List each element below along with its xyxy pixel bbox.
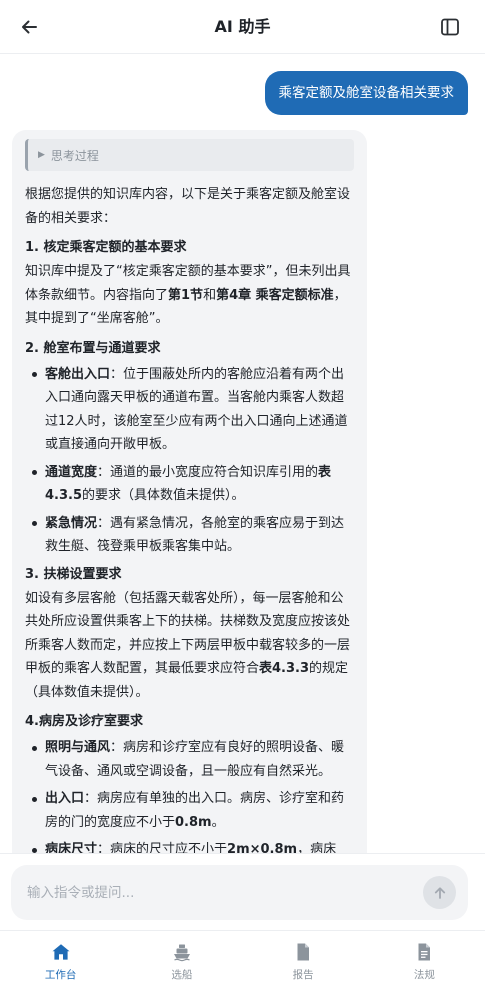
chat-input[interactable] — [27, 865, 407, 920]
input-bar — [0, 853, 485, 930]
nav-label: 法规 — [413, 969, 435, 981]
section-heading: 1. 核定乘客定额的基本要求 — [25, 240, 187, 255]
home-icon — [50, 941, 72, 963]
nav-item-report[interactable]: 报告 — [243, 931, 364, 988]
arrow-up-icon — [434, 886, 445, 899]
send-button[interactable] — [423, 876, 456, 909]
bullet-list: 客舱出入口：位于围蔽处所内的客舱应沿着有两个出入口通向露天甲板的通道布置。当客舱… — [25, 363, 354, 559]
ai-content: 根据您提供的知识库内容，以下是关于乘客定额及舱室设备的相关要求： 1. 核定乘客… — [25, 183, 354, 853]
ship-icon — [171, 941, 193, 963]
regulation-doc-icon — [413, 941, 435, 963]
section-heading: 4.病房及诊疗室要求 — [25, 714, 143, 729]
list-item: 出入口：病房应有单独的出入口。病房、诊疗室和药房的门的宽度应不小于0.8m。 — [25, 787, 354, 834]
ai-message: ▶ 思考过程 根据您提供的知识库内容，以下是关于乘客定额及舱室设备的相关要求： … — [12, 130, 367, 853]
bottom-nav: 工作台 选船 报告 法规 — [0, 930, 485, 988]
list-item: 客舱出入口：位于围蔽处所内的客舱应沿着有两个出入口通向露天甲板的通道布置。当客舱… — [25, 363, 354, 457]
sidebar-toggle-button[interactable] — [435, 12, 465, 42]
nav-label: 工作台 — [44, 969, 77, 981]
section-heading: 3. 扶梯设置要求 — [25, 566, 122, 582]
intro-text: 根据您提供的知识库内容，以下是关于乘客定额及舱室设备的相关要求： — [25, 187, 351, 226]
sidebar-panel-icon — [441, 18, 459, 36]
user-message: 乘客定额及舱室设备相关要求 — [264, 71, 468, 115]
nav-item-workbench[interactable]: 工作台 — [0, 931, 121, 988]
nav-item-ship[interactable]: 选船 — [121, 931, 242, 988]
input-container — [11, 865, 468, 920]
caret-right-icon: ▶ — [38, 150, 45, 160]
list-item: 照明与通风：病房和诊疗室应有良好的照明设备、暖气设备、通风或空调设备，且一般应有… — [25, 736, 354, 783]
list-item: 通道宽度：通道的最小宽度应符合知识库引用的表4.3.5的要求（具体数值未提供）。 — [25, 461, 354, 508]
page-title: AI 助手 — [214, 17, 271, 36]
document-icon — [292, 941, 314, 963]
nav-label: 报告 — [292, 969, 314, 981]
thinking-label: 思考过程 — [50, 148, 99, 163]
chat-area[interactable]: 乘客定额及舱室设备相关要求 ▶ 思考过程 根据您提供的知识库内容，以下是关于乘客… — [0, 55, 485, 853]
section-paragraph: 知识库中提及了“核定乘客定额的基本要求”，但未列出具体条款细节。内容指向了第1节… — [25, 264, 351, 326]
nav-label: 选船 — [171, 969, 193, 981]
thinking-toggle[interactable]: ▶ 思考过程 — [25, 139, 354, 171]
section-paragraph: 如设有多层客舱（包括露天载客处所），每一层客舱和公共处所应设置供乘客上下的扶梯。… — [25, 590, 351, 700]
list-item: 病床尺寸：病床的尺寸应不小于2m×0.8m，病床 — [25, 838, 354, 853]
nav-item-regulation[interactable]: 法规 — [364, 931, 485, 988]
section-heading: 2. 舱室布置与通道要求 — [25, 340, 161, 356]
list-item: 紧急情况：遇有紧急情况，各舱室的乘客应易于到达救生艇、筏登乘甲板乘客集中站。 — [25, 512, 354, 559]
bullet-list: 照明与通风：病房和诊疗室应有良好的照明设备、暖气设备、通风或空调设备，且一般应有… — [25, 736, 354, 853]
app-header: AI 助手 — [0, 0, 485, 54]
